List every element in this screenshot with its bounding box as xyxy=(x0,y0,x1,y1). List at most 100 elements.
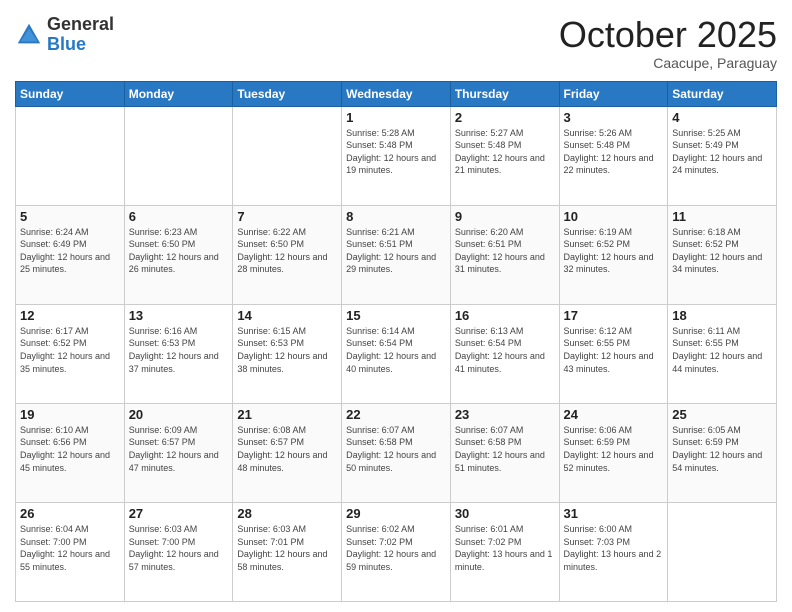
day-number: 15 xyxy=(346,308,446,323)
table-row: 16Sunrise: 6:13 AMSunset: 6:54 PMDayligh… xyxy=(450,304,559,403)
day-info: Sunrise: 6:18 AM xyxy=(672,226,772,239)
day-number: 31 xyxy=(564,506,664,521)
day-info: Sunset: 6:58 PM xyxy=(346,436,446,449)
day-info: Daylight: 12 hours and 19 minutes. xyxy=(346,152,446,177)
day-info: Sunset: 6:53 PM xyxy=(129,337,229,350)
day-info: Sunset: 5:48 PM xyxy=(346,139,446,152)
day-number: 30 xyxy=(455,506,555,521)
table-row: 18Sunrise: 6:11 AMSunset: 6:55 PMDayligh… xyxy=(668,304,777,403)
day-info: Daylight: 12 hours and 29 minutes. xyxy=(346,251,446,276)
col-tuesday: Tuesday xyxy=(233,81,342,106)
day-info: Daylight: 12 hours and 40 minutes. xyxy=(346,350,446,375)
col-wednesday: Wednesday xyxy=(342,81,451,106)
day-info: Sunrise: 6:20 AM xyxy=(455,226,555,239)
day-info: Sunset: 7:00 PM xyxy=(129,536,229,549)
day-info: Sunset: 6:52 PM xyxy=(672,238,772,251)
day-number: 3 xyxy=(564,110,664,125)
day-info: Sunrise: 6:22 AM xyxy=(237,226,337,239)
day-info: Sunset: 7:02 PM xyxy=(455,536,555,549)
day-number: 1 xyxy=(346,110,446,125)
day-info: Sunset: 6:53 PM xyxy=(237,337,337,350)
day-info: Sunrise: 6:19 AM xyxy=(564,226,664,239)
day-info: Sunrise: 6:16 AM xyxy=(129,325,229,338)
day-number: 14 xyxy=(237,308,337,323)
table-row: 17Sunrise: 6:12 AMSunset: 6:55 PMDayligh… xyxy=(559,304,668,403)
table-row: 19Sunrise: 6:10 AMSunset: 6:56 PMDayligh… xyxy=(16,403,125,502)
col-thursday: Thursday xyxy=(450,81,559,106)
day-info: Sunrise: 6:01 AM xyxy=(455,523,555,536)
day-info: Sunset: 5:48 PM xyxy=(564,139,664,152)
day-info: Sunrise: 6:14 AM xyxy=(346,325,446,338)
calendar-week-3: 12Sunrise: 6:17 AMSunset: 6:52 PMDayligh… xyxy=(16,304,777,403)
day-info: Sunrise: 6:10 AM xyxy=(20,424,120,437)
day-info: Daylight: 12 hours and 22 minutes. xyxy=(564,152,664,177)
day-number: 7 xyxy=(237,209,337,224)
day-info: Sunset: 6:54 PM xyxy=(346,337,446,350)
day-info: Daylight: 12 hours and 45 minutes. xyxy=(20,449,120,474)
col-saturday: Saturday xyxy=(668,81,777,106)
day-number: 12 xyxy=(20,308,120,323)
day-info: Daylight: 12 hours and 35 minutes. xyxy=(20,350,120,375)
day-info: Sunrise: 6:21 AM xyxy=(346,226,446,239)
day-info: Sunset: 6:52 PM xyxy=(564,238,664,251)
title-block: October 2025 Caacupe, Paraguay xyxy=(559,15,777,71)
day-info: Daylight: 12 hours and 59 minutes. xyxy=(346,548,446,573)
day-info: Daylight: 12 hours and 50 minutes. xyxy=(346,449,446,474)
day-number: 25 xyxy=(672,407,772,422)
day-info: Sunrise: 6:09 AM xyxy=(129,424,229,437)
day-info: Daylight: 12 hours and 26 minutes. xyxy=(129,251,229,276)
calendar-table: Sunday Monday Tuesday Wednesday Thursday… xyxy=(15,81,777,602)
month-title: October 2025 xyxy=(559,15,777,55)
day-info: Sunrise: 6:17 AM xyxy=(20,325,120,338)
day-number: 27 xyxy=(129,506,229,521)
day-info: Daylight: 12 hours and 21 minutes. xyxy=(455,152,555,177)
col-sunday: Sunday xyxy=(16,81,125,106)
day-info: Sunrise: 6:04 AM xyxy=(20,523,120,536)
table-row: 8Sunrise: 6:21 AMSunset: 6:51 PMDaylight… xyxy=(342,205,451,304)
calendar-header-row: Sunday Monday Tuesday Wednesday Thursday… xyxy=(16,81,777,106)
table-row: 6Sunrise: 6:23 AMSunset: 6:50 PMDaylight… xyxy=(124,205,233,304)
day-number: 6 xyxy=(129,209,229,224)
day-number: 2 xyxy=(455,110,555,125)
day-number: 17 xyxy=(564,308,664,323)
day-info: Daylight: 12 hours and 24 minutes. xyxy=(672,152,772,177)
day-info: Sunrise: 6:00 AM xyxy=(564,523,664,536)
day-info: Daylight: 12 hours and 41 minutes. xyxy=(455,350,555,375)
day-info: Sunrise: 5:27 AM xyxy=(455,127,555,140)
day-info: Daylight: 12 hours and 51 minutes. xyxy=(455,449,555,474)
day-number: 18 xyxy=(672,308,772,323)
day-info: Sunset: 5:48 PM xyxy=(455,139,555,152)
day-info: Sunset: 6:57 PM xyxy=(237,436,337,449)
day-info: Sunset: 6:54 PM xyxy=(455,337,555,350)
day-info: Sunset: 6:59 PM xyxy=(564,436,664,449)
day-info: Sunset: 6:58 PM xyxy=(455,436,555,449)
logo-text: General Blue xyxy=(47,15,114,55)
day-info: Sunrise: 6:03 AM xyxy=(237,523,337,536)
day-number: 13 xyxy=(129,308,229,323)
day-info: Daylight: 12 hours and 38 minutes. xyxy=(237,350,337,375)
table-row xyxy=(233,106,342,205)
day-info: Daylight: 12 hours and 54 minutes. xyxy=(672,449,772,474)
day-info: Daylight: 12 hours and 57 minutes. xyxy=(129,548,229,573)
table-row xyxy=(124,106,233,205)
day-info: Sunrise: 6:15 AM xyxy=(237,325,337,338)
day-info: Sunset: 6:57 PM xyxy=(129,436,229,449)
day-info: Daylight: 12 hours and 47 minutes. xyxy=(129,449,229,474)
day-info: Sunrise: 5:28 AM xyxy=(346,127,446,140)
day-info: Daylight: 12 hours and 31 minutes. xyxy=(455,251,555,276)
day-info: Sunrise: 6:05 AM xyxy=(672,424,772,437)
subtitle: Caacupe, Paraguay xyxy=(559,55,777,71)
day-info: Sunset: 7:00 PM xyxy=(20,536,120,549)
calendar-week-4: 19Sunrise: 6:10 AMSunset: 6:56 PMDayligh… xyxy=(16,403,777,502)
day-info: Sunrise: 6:06 AM xyxy=(564,424,664,437)
day-info: Sunset: 5:49 PM xyxy=(672,139,772,152)
day-info: Daylight: 12 hours and 48 minutes. xyxy=(237,449,337,474)
table-row: 7Sunrise: 6:22 AMSunset: 6:50 PMDaylight… xyxy=(233,205,342,304)
table-row: 1 Sunrise: 5:28 AMSunset: 5:48 PMDaylight… xyxy=(342,106,451,205)
day-info: Sunrise: 6:12 AM xyxy=(564,325,664,338)
day-info: Sunset: 7:02 PM xyxy=(346,536,446,549)
table-row: 28Sunrise: 6:03 AMSunset: 7:01 PMDayligh… xyxy=(233,502,342,601)
day-number: 19 xyxy=(20,407,120,422)
day-info: Daylight: 12 hours and 32 minutes. xyxy=(564,251,664,276)
table-row: 15 Sunrise: 6:14 AMSunset: 6:54 PMDayligh… xyxy=(342,304,451,403)
